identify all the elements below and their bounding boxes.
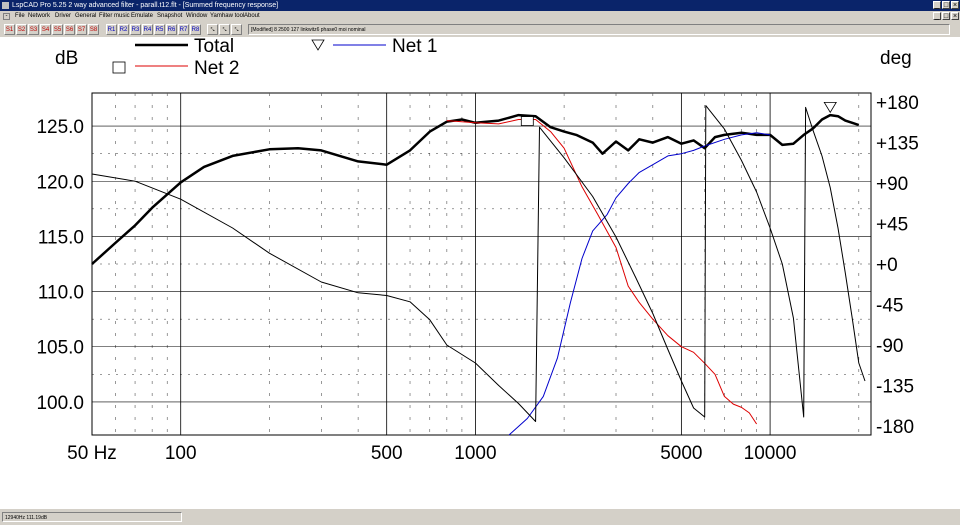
y-tick-label-right: +0 [876, 255, 898, 276]
series-line-net-1 [508, 132, 771, 436]
y-tick-label-left: 105.0 [36, 338, 84, 359]
x-tick-label: 100 [165, 443, 197, 464]
y-tick-label-right: +45 [876, 215, 908, 236]
snapshot-button-s6[interactable]: S6 [64, 24, 75, 35]
snapshot-button-s8[interactable]: S8 [88, 24, 99, 35]
x-tick-label: 1000 [454, 443, 496, 464]
y-tick-label-left: 100.0 [36, 393, 84, 414]
minimize-button[interactable]: _ [933, 1, 941, 9]
recall-button-r4[interactable]: R4 [142, 24, 153, 35]
chart-panel: 50 Hz 100 500 1000 5000 10000 100.0 105.0 110.0 1… [0, 36, 960, 509]
doc-minimize-button[interactable]: _ [933, 12, 941, 20]
menu-general[interactable]: General [75, 11, 96, 22]
y-tick-label-left: 125.0 [36, 117, 84, 138]
legend-label-net-1: Net 1 [392, 37, 437, 57]
menu-driver[interactable]: Driver [55, 11, 71, 22]
y-tick-label-right: -135 [876, 377, 914, 398]
document-system-menu-icon[interactable]: - [3, 13, 10, 20]
menu-emulate[interactable]: Emulate [131, 11, 153, 22]
legend-label-net-2: Net 2 [194, 58, 239, 79]
recall-button-r7[interactable]: R7 [178, 24, 189, 35]
y-tick-label-left: 110.0 [38, 283, 84, 304]
toolbar: S1 S2 S3 S4 S5 S6 S7 S8 R1 R2 R3 R4 R5 R… [0, 23, 960, 36]
y-tick-label-right: -90 [876, 336, 903, 357]
recall-button-r3[interactable]: R3 [130, 24, 141, 35]
y-tick-label-right: +135 [876, 134, 919, 155]
menu-bar: - File Network Driver General Filter mus… [0, 11, 960, 22]
snapshot-button-s1[interactable]: S1 [4, 24, 15, 35]
x-tick-label: 50 Hz [67, 443, 117, 464]
cursor-readout: 12940Hz 111.19dB [2, 512, 182, 522]
y-tick-label-right: -180 [876, 417, 914, 438]
y-tick-label-right: +180 [876, 93, 919, 114]
legend-label-total: Total [194, 37, 234, 57]
x-tick-label: 500 [371, 443, 403, 464]
legend-marker-net-1 [311, 39, 325, 51]
status-bar: 12940Hz 111.19dB [0, 510, 960, 525]
recall-button-r6[interactable]: R6 [166, 24, 177, 35]
snapshot-button-s7[interactable]: S7 [76, 24, 87, 35]
y-tick-label-right: +90 [876, 174, 908, 195]
close-button[interactable]: × [951, 1, 959, 9]
menu-file[interactable]: File [15, 11, 25, 22]
y-tick-label-right: -45 [876, 296, 903, 317]
app-icon [2, 2, 9, 9]
series-line-net-2 [446, 119, 758, 425]
snapshot-button-s2[interactable]: S2 [16, 24, 27, 35]
y-axis-unit-left: dB [55, 48, 78, 69]
menu-window[interactable]: Window [186, 11, 207, 22]
tool-icon-2[interactable]: ⤡ [219, 24, 230, 35]
window-title: LspCAD Pro 5.25 2 way advanced filter - … [12, 2, 279, 9]
chart-legend: TotalNet 2 Net 1 [112, 36, 437, 79]
title-bar: LspCAD Pro 5.25 2 way advanced filter - … [0, 0, 960, 11]
menu-network[interactable]: Network [28, 11, 50, 22]
frequency-response-chart: 50 Hz 100 500 1000 5000 10000 100.0 105.0 110.0 1… [36, 36, 918, 464]
net-1-marker [823, 101, 837, 114]
recall-button-r1[interactable]: R1 [106, 24, 117, 35]
snapshot-button-s3[interactable]: S3 [28, 24, 39, 35]
tool-icon-3[interactable]: ⤡ [231, 24, 242, 35]
doc-restore-button[interactable]: □ [942, 12, 950, 20]
x-tick-label: 5000 [660, 443, 702, 464]
recall-button-r2[interactable]: R2 [118, 24, 129, 35]
series-line-phase [91, 105, 866, 422]
doc-close-button[interactable]: × [951, 12, 959, 20]
x-tick-label: 10000 [744, 443, 797, 464]
net-2-marker [520, 116, 534, 126]
legend-marker-net-2 [112, 61, 126, 74]
maximize-button[interactable]: □ [942, 1, 950, 9]
menu-filter-music[interactable]: Filter music [99, 11, 130, 22]
filter-status-field: [Modified] 8 2500 127 linkwitz6 phase0 m… [248, 24, 950, 35]
y-tick-label-left: 120.0 [36, 172, 84, 193]
y-axis-unit-right: deg [880, 48, 912, 69]
tool-icon-1[interactable]: ⤡ [207, 24, 218, 35]
y-tick-label-left: 115.0 [38, 227, 84, 248]
menu-about[interactable]: About [244, 11, 260, 22]
menu-snapshot[interactable]: Snapshot [157, 11, 182, 22]
menu-yamhaw-tool[interactable]: Yamhaw tool [210, 11, 244, 22]
recall-button-r8[interactable]: R8 [190, 24, 201, 35]
chart-series-layer [91, 101, 866, 436]
chart-labels-layer: 50 Hz 100 500 1000 5000 10000 100.0 105.0 110.0 1… [36, 48, 918, 464]
snapshot-button-s5[interactable]: S5 [52, 24, 63, 35]
recall-button-r5[interactable]: R5 [154, 24, 165, 35]
snapshot-button-s4[interactable]: S4 [40, 24, 51, 35]
chart-grid [91, 92, 872, 436]
plot-frame [91, 92, 872, 436]
